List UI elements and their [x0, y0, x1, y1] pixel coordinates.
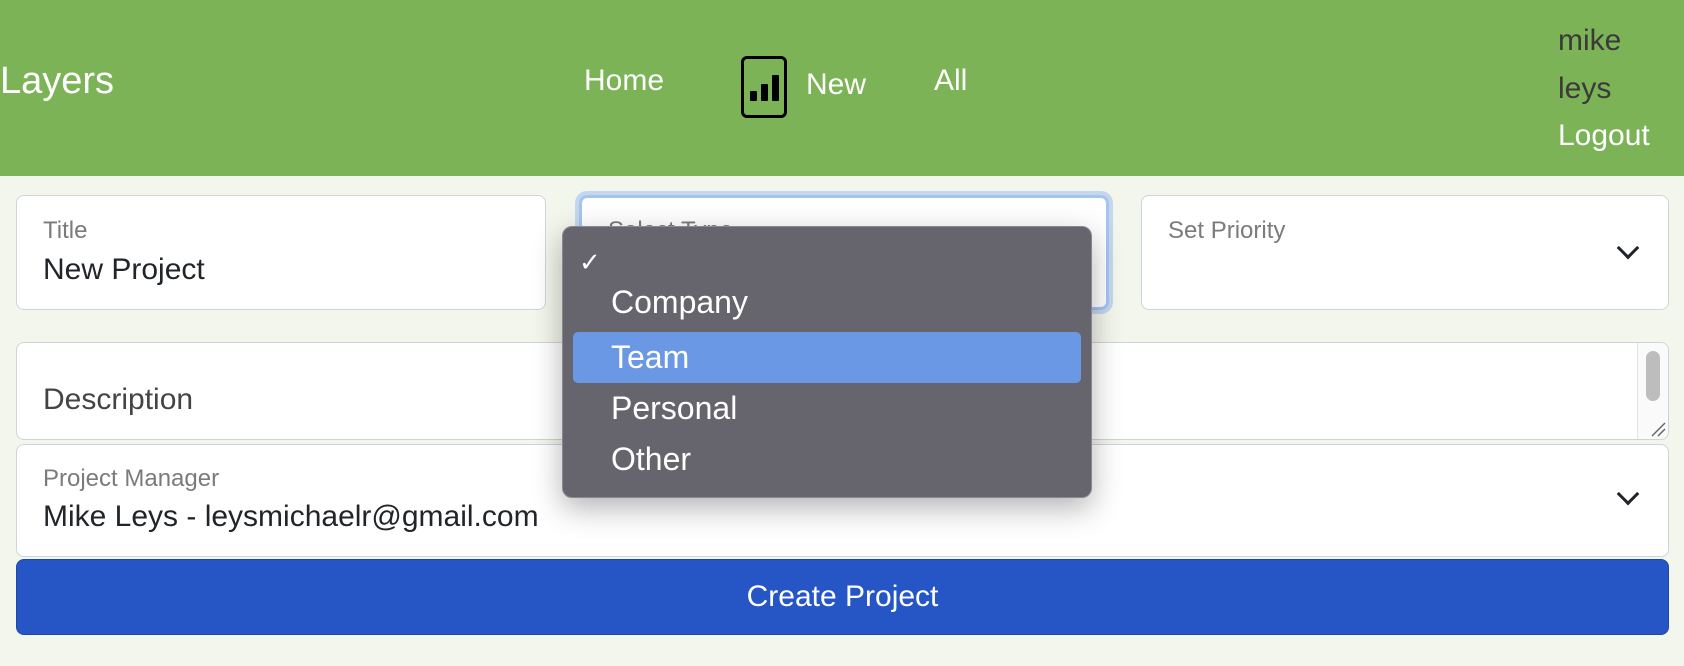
chevron-down-icon	[1616, 236, 1640, 260]
create-project-button[interactable]: Create Project	[16, 559, 1669, 635]
option-label: Other	[611, 441, 692, 477]
chevron-down-icon	[1616, 482, 1640, 506]
title-field-value[interactable]: New Project	[43, 255, 205, 285]
user-first-name: mike	[1558, 24, 1622, 57]
bar-chart-icon[interactable]	[741, 56, 787, 118]
type-dropdown-menu: ✓ Company Team Personal Other	[562, 226, 1092, 498]
title-field[interactable]: Title New Project	[16, 195, 546, 310]
resize-grip-icon[interactable]	[1650, 421, 1666, 437]
dropdown-option-team[interactable]: Team	[573, 332, 1081, 383]
project-manager-label: Project Manager	[43, 465, 220, 492]
dropdown-option-other[interactable]: Other	[573, 434, 1081, 485]
title-field-label: Title	[43, 217, 88, 244]
priority-select-placeholder: Set Priority	[1168, 217, 1286, 244]
nav-home-link[interactable]: Home	[584, 66, 664, 96]
top-navbar: Layers Home New All mike leys Logout	[0, 0, 1684, 176]
scrollbar-thumb[interactable]	[1646, 351, 1660, 401]
description-placeholder: Description	[43, 383, 194, 416]
dropdown-option-personal[interactable]: Personal	[573, 383, 1081, 434]
project-manager-value: Mike Leys - leysmichaelr@gmail.com	[43, 500, 539, 533]
option-label: Team	[611, 339, 690, 375]
option-label: Company	[611, 284, 748, 320]
brand-logo-text[interactable]: Layers	[0, 62, 114, 100]
checkmark-icon: ✓	[579, 247, 601, 277]
user-last-name: leys	[1558, 72, 1612, 105]
nav-all-link[interactable]: All	[934, 66, 967, 96]
nav-new-link[interactable]: New	[806, 70, 866, 100]
option-label: Personal	[611, 390, 738, 426]
dropdown-option-company[interactable]: Company	[573, 277, 1081, 328]
priority-select[interactable]: Set Priority	[1141, 195, 1669, 310]
logout-link[interactable]: Logout	[1558, 121, 1650, 151]
